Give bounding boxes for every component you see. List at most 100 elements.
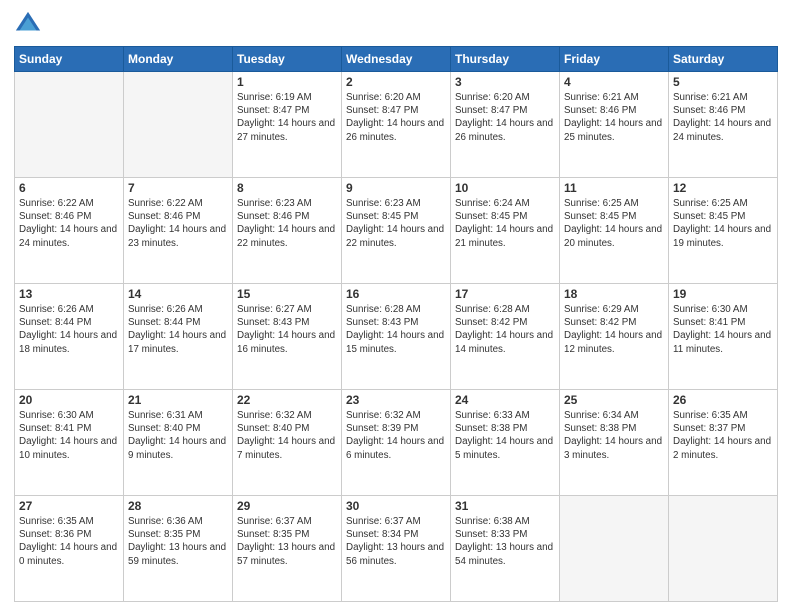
day-info: Sunrise: 6:35 AMSunset: 8:37 PMDaylight:… (673, 409, 773, 462)
calendar-cell: 9 Sunrise: 6:23 AMSunset: 8:45 PMDaylight… (342, 178, 451, 284)
day-info: Sunrise: 6:27 AMSunset: 8:43 PMDaylight:… (237, 303, 337, 356)
calendar-cell: 18 Sunrise: 6:29 AMSunset: 8:42 PMDayligh… (560, 284, 669, 390)
calendar-cell: 4 Sunrise: 6:21 AMSunset: 8:46 PMDaylight… (560, 72, 669, 178)
calendar-cell: 16 Sunrise: 6:28 AMSunset: 8:43 PMDayligh… (342, 284, 451, 390)
day-number: 19 (673, 287, 773, 301)
calendar-cell: 13 Sunrise: 6:26 AMSunset: 8:44 PMDayligh… (15, 284, 124, 390)
day-number: 20 (19, 393, 119, 407)
calendar-cell: 1 Sunrise: 6:19 AMSunset: 8:47 PMDaylight… (233, 72, 342, 178)
calendar-cell: 5Sunrise: 6:21 AMSunset: 8:46 PMDaylight… (669, 72, 778, 178)
calendar-cell: 8Sunrise: 6:23 AMSunset: 8:46 PMDaylight… (233, 178, 342, 284)
day-number: 17 (455, 287, 555, 301)
calendar-cell: 30 Sunrise: 6:37 AMSunset: 8:34 PMDayligh… (342, 496, 451, 602)
day-number: 14 (128, 287, 228, 301)
day-number: 24 (455, 393, 555, 407)
calendar-cell: 19 Sunrise: 6:30 AMSunset: 8:41 PMDayligh… (669, 284, 778, 390)
day-info: Sunrise: 6:21 AMSunset: 8:46 PMDaylight:… (673, 91, 773, 144)
week-row-3: 13 Sunrise: 6:26 AMSunset: 8:44 PMDayligh… (15, 284, 778, 390)
calendar-cell (15, 72, 124, 178)
calendar-cell: 11 Sunrise: 6:25 AMSunset: 8:45 PMDayligh… (560, 178, 669, 284)
day-info: Sunrise: 6:22 AMSunset: 8:46 PMDaylight:… (19, 197, 119, 250)
day-info: Sunrise: 6:23 AMSunset: 8:45 PMDaylight:… (346, 197, 446, 250)
day-number: 2 (346, 75, 446, 89)
calendar-cell: 12Sunrise: 6:25 AMSunset: 8:45 PMDayligh… (669, 178, 778, 284)
calendar-cell: 31 Sunrise: 6:38 AMSunset: 8:33 PMDayligh… (451, 496, 560, 602)
logo-icon (14, 10, 42, 38)
day-number: 1 (237, 75, 337, 89)
day-number: 26 (673, 393, 773, 407)
day-info: Sunrise: 6:24 AMSunset: 8:45 PMDaylight:… (455, 197, 555, 250)
calendar-cell: 25Sunrise: 6:34 AMSunset: 8:38 PMDayligh… (560, 390, 669, 496)
calendar-cell: 24 Sunrise: 6:33 AMSunset: 8:38 PMDayligh… (451, 390, 560, 496)
week-row-4: 20Sunrise: 6:30 AMSunset: 8:41 PMDayligh… (15, 390, 778, 496)
weekday-header-tuesday: Tuesday (233, 47, 342, 72)
day-number: 23 (346, 393, 446, 407)
week-row-2: 6 Sunrise: 6:22 AMSunset: 8:46 PMDaylight… (15, 178, 778, 284)
day-info: Sunrise: 6:28 AMSunset: 8:42 PMDaylight:… (455, 303, 555, 356)
day-info: Sunrise: 6:33 AMSunset: 8:38 PMDaylight:… (455, 409, 555, 462)
logo (14, 10, 46, 38)
page-container: SundayMondayTuesdayWednesdayThursdayFrid… (0, 0, 792, 612)
calendar-cell: 20Sunrise: 6:30 AMSunset: 8:41 PMDayligh… (15, 390, 124, 496)
day-number: 25 (564, 393, 664, 407)
week-row-5: 27Sunrise: 6:35 AMSunset: 8:36 PMDayligh… (15, 496, 778, 602)
day-number: 3 (455, 75, 555, 89)
day-number: 9 (346, 181, 446, 195)
day-info: Sunrise: 6:19 AMSunset: 8:47 PMDaylight:… (237, 91, 337, 144)
day-info: Sunrise: 6:31 AMSunset: 8:40 PMDaylight:… (128, 409, 228, 462)
calendar-cell: 29Sunrise: 6:37 AMSunset: 8:35 PMDayligh… (233, 496, 342, 602)
day-info: Sunrise: 6:28 AMSunset: 8:43 PMDaylight:… (346, 303, 446, 356)
day-number: 27 (19, 499, 119, 513)
calendar-cell (669, 496, 778, 602)
calendar-cell: 14 Sunrise: 6:26 AMSunset: 8:44 PMDayligh… (124, 284, 233, 390)
day-number: 13 (19, 287, 119, 301)
calendar-cell: 10 Sunrise: 6:24 AMSunset: 8:45 PMDayligh… (451, 178, 560, 284)
day-info: Sunrise: 6:29 AMSunset: 8:42 PMDaylight:… (564, 303, 664, 356)
calendar-cell: 3Sunrise: 6:20 AMSunset: 8:47 PMDaylight… (451, 72, 560, 178)
weekday-header-row: SundayMondayTuesdayWednesdayThursdayFrid… (15, 47, 778, 72)
calendar-cell: 7Sunrise: 6:22 AMSunset: 8:46 PMDaylight… (124, 178, 233, 284)
day-info: Sunrise: 6:21 AMSunset: 8:46 PMDaylight:… (564, 91, 664, 144)
day-info: Sunrise: 6:37 AMSunset: 8:34 PMDaylight:… (346, 515, 446, 568)
day-number: 22 (237, 393, 337, 407)
day-number: 10 (455, 181, 555, 195)
header (14, 10, 778, 38)
calendar-cell: 28 Sunrise: 6:36 AMSunset: 8:35 PMDayligh… (124, 496, 233, 602)
calendar-cell: 23 Sunrise: 6:32 AMSunset: 8:39 PMDayligh… (342, 390, 451, 496)
day-info: Sunrise: 6:26 AMSunset: 8:44 PMDaylight:… (19, 303, 119, 356)
calendar-cell: 27Sunrise: 6:35 AMSunset: 8:36 PMDayligh… (15, 496, 124, 602)
day-number: 11 (564, 181, 664, 195)
day-info: Sunrise: 6:32 AMSunset: 8:39 PMDaylight:… (346, 409, 446, 462)
day-number: 31 (455, 499, 555, 513)
weekday-header-saturday: Saturday (669, 47, 778, 72)
calendar-table: SundayMondayTuesdayWednesdayThursdayFrid… (14, 46, 778, 602)
day-number: 16 (346, 287, 446, 301)
day-info: Sunrise: 6:30 AMSunset: 8:41 PMDaylight:… (673, 303, 773, 356)
calendar-cell: 21Sunrise: 6:31 AMSunset: 8:40 PMDayligh… (124, 390, 233, 496)
day-number: 15 (237, 287, 337, 301)
day-info: Sunrise: 6:22 AMSunset: 8:46 PMDaylight:… (128, 197, 228, 250)
calendar-cell: 15 Sunrise: 6:27 AMSunset: 8:43 PMDayligh… (233, 284, 342, 390)
weekday-header-thursday: Thursday (451, 47, 560, 72)
calendar-cell (124, 72, 233, 178)
day-number: 6 (19, 181, 119, 195)
day-info: Sunrise: 6:26 AMSunset: 8:44 PMDaylight:… (128, 303, 228, 356)
day-info: Sunrise: 6:25 AMSunset: 8:45 PMDaylight:… (564, 197, 664, 250)
day-number: 18 (564, 287, 664, 301)
day-info: Sunrise: 6:38 AMSunset: 8:33 PMDaylight:… (455, 515, 555, 568)
weekday-header-monday: Monday (124, 47, 233, 72)
day-number: 4 (564, 75, 664, 89)
day-number: 28 (128, 499, 228, 513)
day-number: 30 (346, 499, 446, 513)
day-number: 29 (237, 499, 337, 513)
day-info: Sunrise: 6:36 AMSunset: 8:35 PMDaylight:… (128, 515, 228, 568)
day-info: Sunrise: 6:20 AMSunset: 8:47 PMDaylight:… (346, 91, 446, 144)
weekday-header-wednesday: Wednesday (342, 47, 451, 72)
weekday-header-sunday: Sunday (15, 47, 124, 72)
calendar-cell: 2 Sunrise: 6:20 AMSunset: 8:47 PMDaylight… (342, 72, 451, 178)
day-info: Sunrise: 6:32 AMSunset: 8:40 PMDaylight:… (237, 409, 337, 462)
calendar-cell: 22 Sunrise: 6:32 AMSunset: 8:40 PMDayligh… (233, 390, 342, 496)
week-row-1: 1 Sunrise: 6:19 AMSunset: 8:47 PMDaylight… (15, 72, 778, 178)
day-number: 12 (673, 181, 773, 195)
weekday-header-friday: Friday (560, 47, 669, 72)
